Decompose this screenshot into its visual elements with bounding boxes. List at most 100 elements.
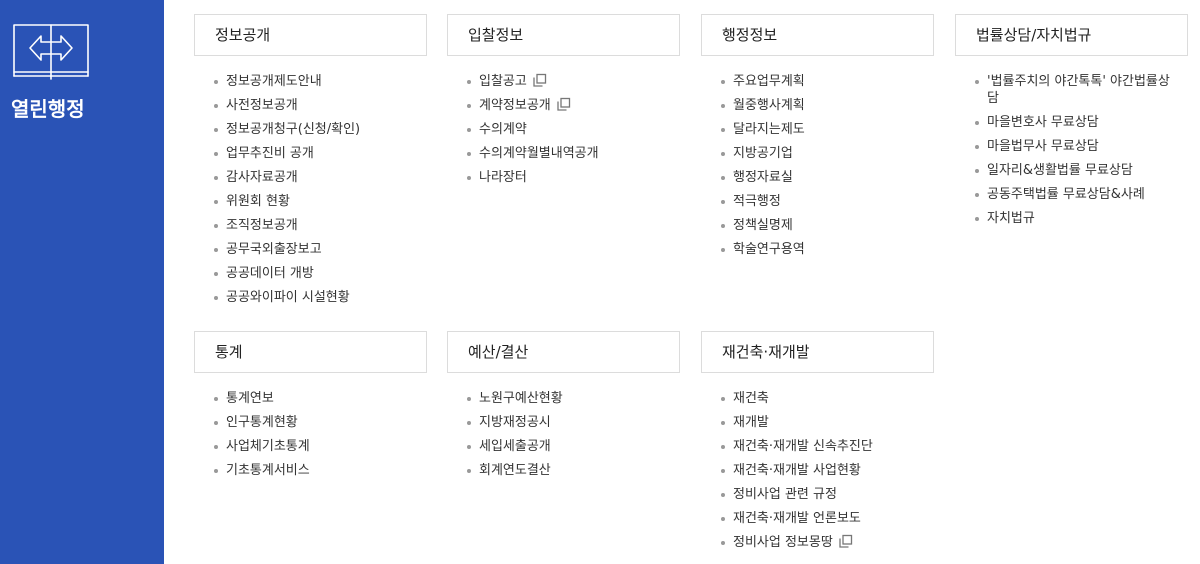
- menu-item: 달라지는제도: [701, 121, 934, 138]
- new-window-icon: [557, 97, 570, 111]
- menu-item: 적극행정: [701, 193, 934, 210]
- menu-item: 노원구예산현황: [447, 390, 680, 407]
- menu-link[interactable]: 마을법무사 무료상담: [987, 139, 1099, 154]
- category-info-disclosure: 정보공개정보공개제도안내사전정보공개정보공개청구(신청/확인) 업무추진비 공개감…: [194, 14, 427, 313]
- menu-item: 세입세출공개: [447, 438, 680, 455]
- menu-link[interactable]: 재건축·재개발 신속추진단: [733, 439, 873, 454]
- menu-item: 공동주택법률 무료상담&사례: [955, 186, 1188, 203]
- menu-link[interactable]: 사전정보공개: [226, 98, 298, 113]
- menu-link[interactable]: 세입세출공개: [479, 439, 551, 454]
- menu-item: 월중행사계획: [701, 97, 934, 114]
- menu-link[interactable]: 위원회 현황: [226, 194, 290, 209]
- menu-item: 마을변호사 무료상담: [955, 114, 1188, 131]
- menu-item: 정비사업 정보몽땅: [701, 534, 934, 551]
- sidebar: 열린행정: [0, 0, 164, 564]
- menu-link[interactable]: 재개발: [733, 415, 769, 430]
- menu-link[interactable]: 조직정보공개: [226, 218, 298, 233]
- menu-link[interactable]: 재건축·재개발 사업현황: [733, 463, 861, 478]
- menu-item: 인구통계현황: [194, 414, 427, 431]
- category-heading[interactable]: 입찰정보: [447, 14, 680, 56]
- menu-link[interactable]: 입찰공고: [479, 74, 527, 89]
- menu-item: 회계연도결산: [447, 462, 680, 479]
- category-legal: 법률상담/자치법규 '법률주치의 야간톡톡' 야간법률상담마을변호사 무료상담마을…: [955, 14, 1188, 234]
- category-heading[interactable]: 정보공개: [194, 14, 427, 56]
- menu-link[interactable]: 지방공기업: [733, 146, 793, 161]
- menu-list: 주요업무계획월중행사계획달라지는제도지방공기업행정자료실적극행정정책실명제학술연…: [701, 73, 934, 258]
- category-bidding: 입찰정보입찰공고계약정보공개수의계약수의계약월별내역공개나라장터: [447, 14, 680, 193]
- menu-link[interactable]: 월중행사계획: [733, 98, 805, 113]
- menu-link[interactable]: 정비사업 정보몽땅: [733, 535, 833, 550]
- menu-link[interactable]: 나라장터: [479, 170, 527, 185]
- menu-item: 정책실명제: [701, 217, 934, 234]
- category-heading[interactable]: 통계: [194, 331, 427, 373]
- category-budget: 예산/결산노원구예산현황지방재정공시세입세출공개회계연도결산: [447, 331, 680, 486]
- menu-link[interactable]: 인구통계현황: [226, 415, 298, 430]
- menu-item: 공공데이터 개방: [194, 265, 427, 282]
- category-heading[interactable]: 예산/결산: [447, 331, 680, 373]
- open-book-arrows-icon: [13, 24, 89, 80]
- menu-list: 통계연보인구통계현황사업체기초통계기초통계서비스: [194, 390, 427, 479]
- menu-link[interactable]: 통계연보: [226, 391, 274, 406]
- menu-item: 업무추진비 공개: [194, 145, 427, 162]
- menu-item: 재건축·재개발 사업현황: [701, 462, 934, 479]
- menu-list: 노원구예산현황지방재정공시세입세출공개회계연도결산: [447, 390, 680, 479]
- category-statistics: 통계통계연보인구통계현황사업체기초통계기초통계서비스: [194, 331, 427, 486]
- menu-link[interactable]: 적극행정: [733, 194, 781, 209]
- menu-link[interactable]: 사업체기초통계: [226, 439, 310, 454]
- menu-item: '법률주치의 야간톡톡' 야간법률상담: [955, 73, 1188, 107]
- menu-link[interactable]: 계약정보공개: [479, 98, 551, 113]
- menu-link[interactable]: 공공와이파이 시설현황: [226, 290, 350, 305]
- menu-link[interactable]: 달라지는제도: [733, 122, 805, 137]
- menu-item: 나라장터: [447, 169, 680, 186]
- menu-list: 재건축재개발재건축·재개발 신속추진단재건축·재개발 사업현황정비사업 관련 규…: [701, 390, 934, 551]
- menu-list: 정보공개제도안내사전정보공개정보공개청구(신청/확인) 업무추진비 공개감사자료공…: [194, 73, 427, 306]
- menu-link[interactable]: 업무추진비 공개: [226, 146, 314, 161]
- menu-link[interactable]: 재건축·재개발 언론보도: [733, 511, 861, 526]
- category-heading[interactable]: 재건축·재개발: [701, 331, 934, 373]
- menu-link[interactable]: 수의계약월별내역공개: [479, 146, 599, 161]
- menu-item: 행정자료실: [701, 169, 934, 186]
- menu-item: 정보공개청구(신청/확인): [194, 121, 427, 138]
- menu-link[interactable]: 지방재정공시: [479, 415, 551, 430]
- menu-item: 주요업무계획: [701, 73, 934, 90]
- menu-link[interactable]: 정보공개제도안내: [226, 74, 322, 89]
- menu-item: 위원회 현황: [194, 193, 427, 210]
- category-heading[interactable]: 행정정보: [701, 14, 934, 56]
- section-title: 열린행정: [11, 97, 85, 121]
- menu-link[interactable]: 행정자료실: [733, 170, 793, 185]
- menu-link[interactable]: 정비사업 관련 규정: [733, 487, 837, 502]
- menu-link[interactable]: 정책실명제: [733, 218, 793, 233]
- category-heading[interactable]: 법률상담/자치법규: [955, 14, 1188, 56]
- menu-item: 정비사업 관련 규정: [701, 486, 934, 503]
- menu-link[interactable]: 자치법규: [987, 211, 1035, 226]
- menu-link[interactable]: 재건축: [733, 391, 769, 406]
- menu-item: 통계연보: [194, 390, 427, 407]
- category-administration: 행정정보주요업무계획월중행사계획달라지는제도지방공기업행정자료실적극행정정책실명…: [701, 14, 934, 265]
- new-window-icon: [839, 534, 852, 548]
- menu-link[interactable]: 마을변호사 무료상담: [987, 115, 1099, 130]
- menu-link[interactable]: 공동주택법률 무료상담&사례: [987, 187, 1145, 202]
- menu-link[interactable]: '법률주치의 야간톡톡' 야간법률상담: [987, 74, 1170, 106]
- menu-link[interactable]: 공공데이터 개방: [226, 266, 314, 281]
- category-redevelopment: 재건축·재개발재건축재개발재건축·재개발 신속추진단재건축·재개발 사업현황정비…: [701, 331, 934, 558]
- menu-item: 사업체기초통계: [194, 438, 427, 455]
- menu-link[interactable]: 감사자료공개: [226, 170, 298, 185]
- menu-item: 재건축·재개발 언론보도: [701, 510, 934, 527]
- menu-link[interactable]: 기초통계서비스: [226, 463, 310, 478]
- menu-list: '법률주치의 야간톡톡' 야간법률상담마을변호사 무료상담마을법무사 무료상담일…: [955, 73, 1188, 227]
- menu-item: 학술연구용역: [701, 241, 934, 258]
- menu-item: 정보공개제도안내: [194, 73, 427, 90]
- menu-list: 입찰공고계약정보공개수의계약수의계약월별내역공개나라장터: [447, 73, 680, 186]
- menu-item: 입찰공고: [447, 73, 680, 90]
- menu-item: 지방공기업: [701, 145, 934, 162]
- menu-link[interactable]: 주요업무계획: [733, 74, 805, 89]
- menu-link[interactable]: 일자리&생활법률 무료상담: [987, 163, 1133, 178]
- new-window-icon: [533, 73, 546, 87]
- menu-link[interactable]: 공무국외출장보고: [226, 242, 322, 257]
- menu-link[interactable]: 회계연도결산: [479, 463, 551, 478]
- menu-link[interactable]: 수의계약: [479, 122, 527, 137]
- menu-link[interactable]: 학술연구용역: [733, 242, 805, 257]
- menu-item: 수의계약월별내역공개: [447, 145, 680, 162]
- menu-link[interactable]: 정보공개청구(신청/확인): [226, 122, 360, 137]
- menu-link[interactable]: 노원구예산현황: [479, 391, 563, 406]
